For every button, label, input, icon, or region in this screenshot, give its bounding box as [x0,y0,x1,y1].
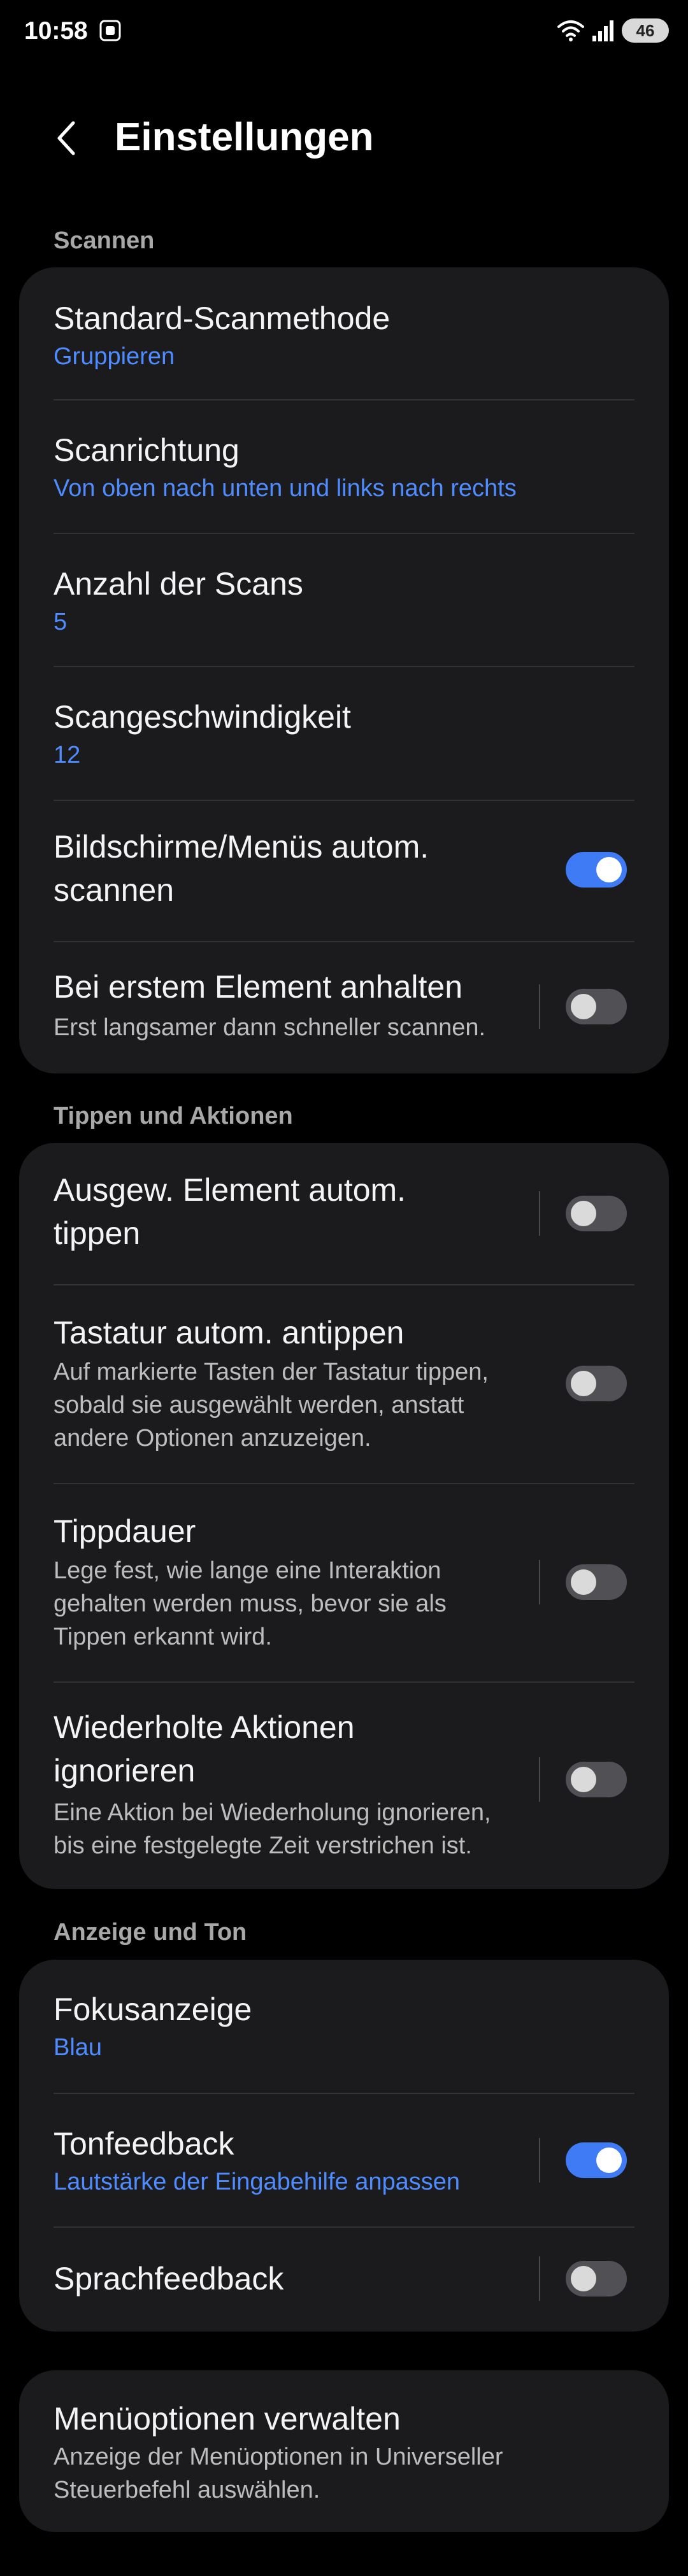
status-icons: 46 [557,17,669,45]
keyboard-auto-tap-toggle[interactable] [566,1366,627,1401]
setting-title: Tippdauer [54,1513,196,1549]
setting-title-line-1: Bildschirme/Menüs autom. [54,829,429,865]
status-time: 10:58 [24,17,88,45]
sound-feedback-toggle[interactable] [566,2142,627,2178]
setting-description-line-1: Auf markierte Tasten der Tastatur tippen… [54,1359,489,1385]
setting-description-line-1: Eine Aktion bei Wiederholung ignorieren, [54,1799,491,1826]
setting-value: Gruppieren [54,343,175,370]
toggle-knob [571,1767,596,1792]
setting-title: Anzahl der Scans [54,566,303,602]
setting-title-line-1: Ausgew. Element autom. [54,1172,406,1208]
setting-title: Tastatur autom. antippen [54,1315,405,1350]
tap-duration-toggle[interactable] [566,1564,627,1600]
display-settings-card: Fokusanzeige Blau Tonfeedback Lautstärke… [19,1960,669,2332]
separator [539,1191,540,1236]
toggle-knob [571,2266,596,2291]
toggle-knob [571,1201,596,1226]
setting-title-line-1: Wiederholte Aktionen [54,1709,355,1745]
setting-title-line-2: tippen [54,1215,141,1251]
separator [539,1757,540,1802]
toggle-knob [571,1569,596,1595]
battery-indicator: 46 [622,18,669,43]
toggle-knob [571,1371,596,1396]
separator [539,2256,540,2301]
setting-link[interactable]: Lautstärke der Eingabehilfe anpassen [54,2165,538,2198]
setting-value: 5 [54,609,68,635]
toggle-knob [571,994,596,1019]
setting-scan-count[interactable]: Anzahl der Scans 5 [19,534,669,667]
setting-scan-speed[interactable]: Scangeschwindigkeit 12 [19,667,669,800]
menu-options-description-line-2: Steuerbefehl auswählen. [54,2477,320,2503]
wifi-icon [557,20,584,41]
setting-speech-feedback[interactable]: Sprachfeedback [19,2228,669,2332]
setting-description-line-3: andere Optionen anzuzeigen. [54,1425,371,1452]
ignore-repeated-actions-toggle[interactable] [566,1762,627,1797]
section-label-scan: Scannen [54,227,155,254]
toggle-knob [596,857,622,882]
setting-title: Scangeschwindigkeit [54,699,351,735]
setting-value: Blau [54,2034,103,2061]
setting-pause-first-element[interactable]: Bei erstem Element anhalten Erst langsam… [19,942,669,1073]
speech-feedback-toggle[interactable] [566,2261,627,2296]
setting-description-line-1: Lege fest, wie lange eine Interaktion [54,1557,441,1584]
screen-capture-icon [99,20,121,41]
menu-options-description-line-1: Anzeige der Menüoptionen in Universeller [54,2444,503,2470]
setting-title-line-2: scannen [54,872,175,908]
setting-sound-feedback[interactable]: Tonfeedback Lautstärke der Eingabehilfe … [19,2094,669,2226]
setting-description-line-2: sobald sie ausgewählt werden, anstatt [54,1392,464,1419]
setting-description: Erst langsamer dann schneller scannen. [54,1014,486,1041]
setting-value: 12 [54,742,81,768]
setting-scan-direction[interactable]: Scanrichtung Von oben nach unten und lin… [19,400,669,533]
scan-settings-card: Standard-Scanmethode Gruppieren Scanrich… [19,267,669,1073]
section-label-tap: Tippen und Aktionen [54,1103,293,1129]
setting-title: Bei erstem Element anhalten [54,969,463,1005]
auto-tap-element-toggle[interactable] [566,1196,627,1231]
separator [539,2138,540,2183]
setting-title: Sprachfeedback [54,2261,284,2296]
auto-scan-screens-toggle[interactable] [566,852,627,888]
menu-options-title: Menüoptionen verwalten [54,2401,401,2437]
setting-description-line-3: Tippen erkannt wird. [54,1624,272,1650]
setting-focus-indicator[interactable]: Fokusanzeige Blau [19,1960,669,2093]
section-label-display: Anzeige und Ton [54,1919,247,1946]
setting-title: Tonfeedback [54,2126,234,2162]
tap-settings-card: Ausgew. Element autom. tippen Tastatur a… [19,1143,669,1889]
signal-icon [592,20,613,41]
chevron-left-icon [57,121,75,155]
toggle-knob [596,2148,622,2173]
setting-title: Standard-Scanmethode [54,301,391,336]
setting-tap-duration[interactable]: Tippdauer Lege fest, wie lange eine Inte… [19,1484,669,1681]
setting-title: Fokusanzeige [54,1992,252,2027]
setting-scan-method[interactable]: Standard-Scanmethode Gruppieren [19,267,669,400]
setting-description-line-2: bis eine festgelegte Zeit verstrichen is… [54,1832,472,1859]
battery-level: 46 [636,20,655,40]
setting-title: Scanrichtung [54,432,240,468]
menu-options-card[interactable]: Menüoptionen verwalten Anzeige der Menüo… [19,2370,669,2532]
app-header: Einstellungen [0,102,688,172]
back-button[interactable] [45,116,89,160]
setting-auto-scan-screens[interactable]: Bildschirme/Menüs autom. scannen [19,801,669,941]
setting-title-line-2: ignorieren [54,1753,196,1788]
setting-value: Von oben nach unten und links nach recht… [54,475,517,502]
setting-keyboard-auto-tap[interactable]: Tastatur autom. antippen Auf markierte T… [19,1285,669,1483]
setting-description-line-2: gehalten werden muss, bevor sie als [54,1590,447,1617]
status-bar: 10:58 46 [0,0,688,64]
setting-auto-tap-element[interactable]: Ausgew. Element autom. tippen [19,1143,669,1284]
separator [539,1560,540,1604]
setting-ignore-repeated-actions[interactable]: Wiederholte Aktionen ignorieren Eine Akt… [19,1683,669,1889]
pause-first-element-toggle[interactable] [566,989,627,1024]
separator [539,984,540,1029]
page-title: Einstellungen [115,115,374,159]
